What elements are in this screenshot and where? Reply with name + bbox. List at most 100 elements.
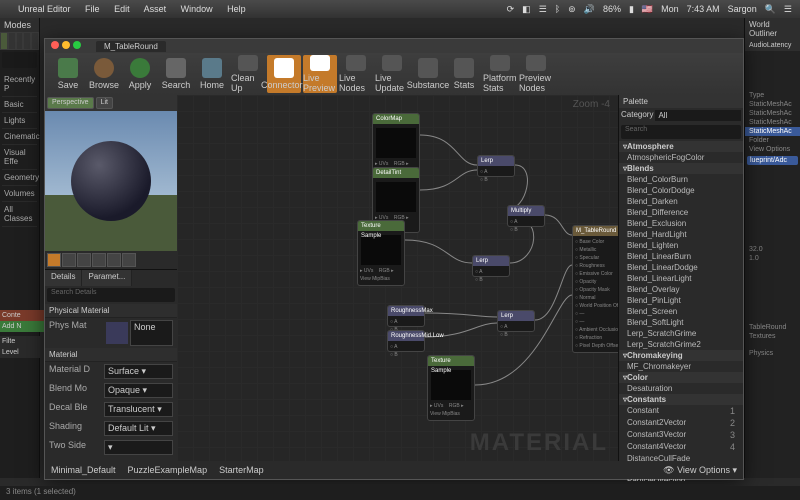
palette-item[interactable]: Blend_LinearBurn — [619, 251, 743, 262]
modes-category[interactable]: All Classes — [2, 202, 37, 227]
palette-item[interactable]: Blend_Overlay — [619, 284, 743, 295]
palette-item[interactable]: Blend_LinearDodge — [619, 262, 743, 273]
menu-edit[interactable]: Edit — [114, 4, 130, 14]
detail-value-dropdown[interactable]: ▾ — [104, 440, 173, 455]
phys-material-swatch[interactable] — [106, 322, 128, 344]
viewport-lit-button[interactable]: Lit — [96, 97, 113, 109]
tray-icon[interactable]: ☰ — [539, 4, 547, 15]
graph-node-lerp3[interactable]: Lerp○ A○ B — [497, 310, 535, 332]
modes-search-input[interactable] — [2, 52, 37, 68]
volume-icon[interactable]: 🔊 — [584, 4, 595, 15]
livenodes-button[interactable]: Live Nodes — [339, 55, 373, 93]
palette-item[interactable]: Blend_Screen — [619, 306, 743, 317]
menu-window[interactable]: Window — [181, 4, 213, 14]
tray-icon[interactable]: ◧ — [522, 4, 531, 15]
menu-icon[interactable]: ☰ — [784, 4, 792, 15]
textures-dropdown[interactable]: Textures — [745, 332, 800, 341]
liveupdate-button[interactable]: Live Update — [375, 55, 409, 93]
modes-category[interactable]: Visual Effe — [2, 145, 37, 170]
palette-item[interactable]: Blend_Darken — [619, 196, 743, 207]
palette-item[interactable]: Blend_LinearLight — [619, 273, 743, 284]
level-tab[interactable]: Minimal_Default — [51, 465, 116, 475]
graph-node-texsample[interactable]: Texture Sample▸ UVs RGB ▸View MipBias — [357, 220, 405, 286]
minimize-icon[interactable] — [62, 41, 70, 49]
graph-node-texsample2[interactable]: Texture Sample▸ UVs RGB ▸View MipBias — [427, 355, 475, 421]
palette-item[interactable]: Constant2Vector2 — [619, 417, 743, 429]
detail-value[interactable]: 1.0 — [745, 254, 800, 263]
bluetooth-icon[interactable]: ᛒ — [555, 4, 560, 15]
palette-group[interactable]: ▿Color — [619, 372, 743, 383]
shape-sphere-button[interactable] — [62, 253, 76, 267]
livepreview-button[interactable]: Live Preview — [303, 55, 337, 93]
palette-item[interactable]: Blend_ColorDodge — [619, 185, 743, 196]
palette-group[interactable]: ▿Atmosphere — [619, 141, 743, 152]
window-titlebar[interactable]: M_TableRound — [45, 39, 743, 53]
material-graph[interactable]: Zoom -4 MATERIAL ColorMap▸ UVs RGB ▸View… — [177, 95, 618, 461]
add-new-button[interactable]: Add N — [0, 321, 44, 332]
browse-button[interactable]: Browse — [87, 55, 121, 93]
modes-category[interactable]: Lights — [2, 113, 37, 129]
palette-group[interactable]: ▿Blends — [619, 163, 743, 174]
palette-item[interactable]: Constant4Vector4 — [619, 441, 743, 453]
category-dropdown[interactable]: All — [655, 110, 741, 121]
save-button[interactable]: Save — [51, 55, 85, 93]
platformstats-button[interactable]: Platform Stats — [483, 55, 517, 93]
palette-item[interactable]: Blend_Lighten — [619, 240, 743, 251]
modes-tabs[interactable] — [0, 32, 39, 50]
phys-material-value[interactable]: None — [130, 320, 173, 346]
detail-value-dropdown[interactable]: Surface ▾ — [104, 364, 173, 379]
shape-mesh-button[interactable] — [107, 253, 121, 267]
detail-value-dropdown[interactable]: Translucent ▾ — [104, 402, 173, 417]
view-options-link[interactable]: View Options — [745, 145, 800, 154]
spotlight-icon[interactable]: 🔍 — [765, 4, 776, 15]
close-icon[interactable] — [51, 41, 59, 49]
palette-search-input[interactable]: Search — [621, 125, 741, 139]
apply-button[interactable]: Apply — [123, 55, 157, 93]
palette-list[interactable]: ▿AtmosphereAtmosphericFogColor▿BlendsBle… — [619, 141, 743, 481]
palette-item[interactable]: Constant3Vector3 — [619, 429, 743, 441]
mode-tab[interactable] — [8, 32, 16, 50]
material-preview-viewport[interactable] — [45, 111, 177, 251]
shape-plane-button[interactable] — [77, 253, 91, 267]
palette-item[interactable]: Blend_HardLight — [619, 229, 743, 240]
palette-item[interactable]: AtmosphericFogColor — [619, 152, 743, 163]
filters-button[interactable]: Filte — [0, 336, 44, 347]
stats-button[interactable]: Stats — [447, 55, 481, 93]
level-label[interactable]: Level — [0, 347, 44, 358]
maximize-icon[interactable] — [73, 41, 81, 49]
content-browser-tab[interactable]: Conte — [0, 310, 44, 321]
modes-category[interactable]: Volumes — [2, 186, 37, 202]
outliner-item[interactable]: StaticMeshAc — [745, 127, 800, 136]
graph-node-result[interactable]: M_TableRound○ Base Color○ Metallic○ Spec… — [572, 225, 618, 353]
modes-category[interactable]: Cinematic — [2, 129, 37, 145]
palette-item[interactable]: Blend_PinLight — [619, 295, 743, 306]
palette-item[interactable]: Constant1 — [619, 405, 743, 417]
graph-node-roughmid[interactable]: RoughnessMid.Low○ A○ B — [387, 330, 425, 352]
outliner-item[interactable]: StaticMeshAc — [745, 100, 800, 109]
modes-category[interactable]: Basic — [2, 97, 37, 113]
graph-node-lerp2[interactable]: Lerp○ A○ B — [472, 255, 510, 277]
modes-category[interactable]: Geometry — [2, 170, 37, 186]
mode-tab[interactable] — [31, 32, 39, 50]
search-button[interactable]: Search — [159, 55, 193, 93]
parameters-tab[interactable]: Paramet... — [82, 270, 132, 286]
detail-value-dropdown[interactable]: Default Lit ▾ — [104, 421, 173, 436]
viewport-perspective-button[interactable]: Perspective — [47, 97, 94, 109]
view-options-button[interactable]: 👁 View Options ▾ — [663, 465, 737, 476]
tray-icon[interactable]: ⟳ — [507, 4, 515, 15]
details-search-input[interactable]: Search Details — [47, 288, 175, 302]
shape-teapot-button[interactable] — [122, 253, 136, 267]
shape-cylinder-button[interactable] — [47, 253, 61, 267]
editor-tab[interactable]: M_TableRound — [96, 41, 166, 52]
palette-item[interactable]: Blend_Difference — [619, 207, 743, 218]
mode-tab[interactable] — [16, 32, 24, 50]
outliner-item[interactable]: StaticMeshAc — [745, 109, 800, 118]
graph-node-lerp1[interactable]: Lerp○ A○ B — [477, 155, 515, 177]
blueprint-badge[interactable]: lueprint/Adc — [747, 156, 798, 165]
menu-asset[interactable]: Asset — [144, 4, 167, 14]
palette-item[interactable]: Lerp_ScratchGrime2 — [619, 339, 743, 350]
graph-node-roughmax[interactable]: RoughnessMax○ A○ B — [387, 305, 425, 327]
palette-item[interactable]: Blend_ColorBurn — [619, 174, 743, 185]
home-button[interactable]: Home — [195, 55, 229, 93]
menu-help[interactable]: Help — [227, 4, 246, 14]
